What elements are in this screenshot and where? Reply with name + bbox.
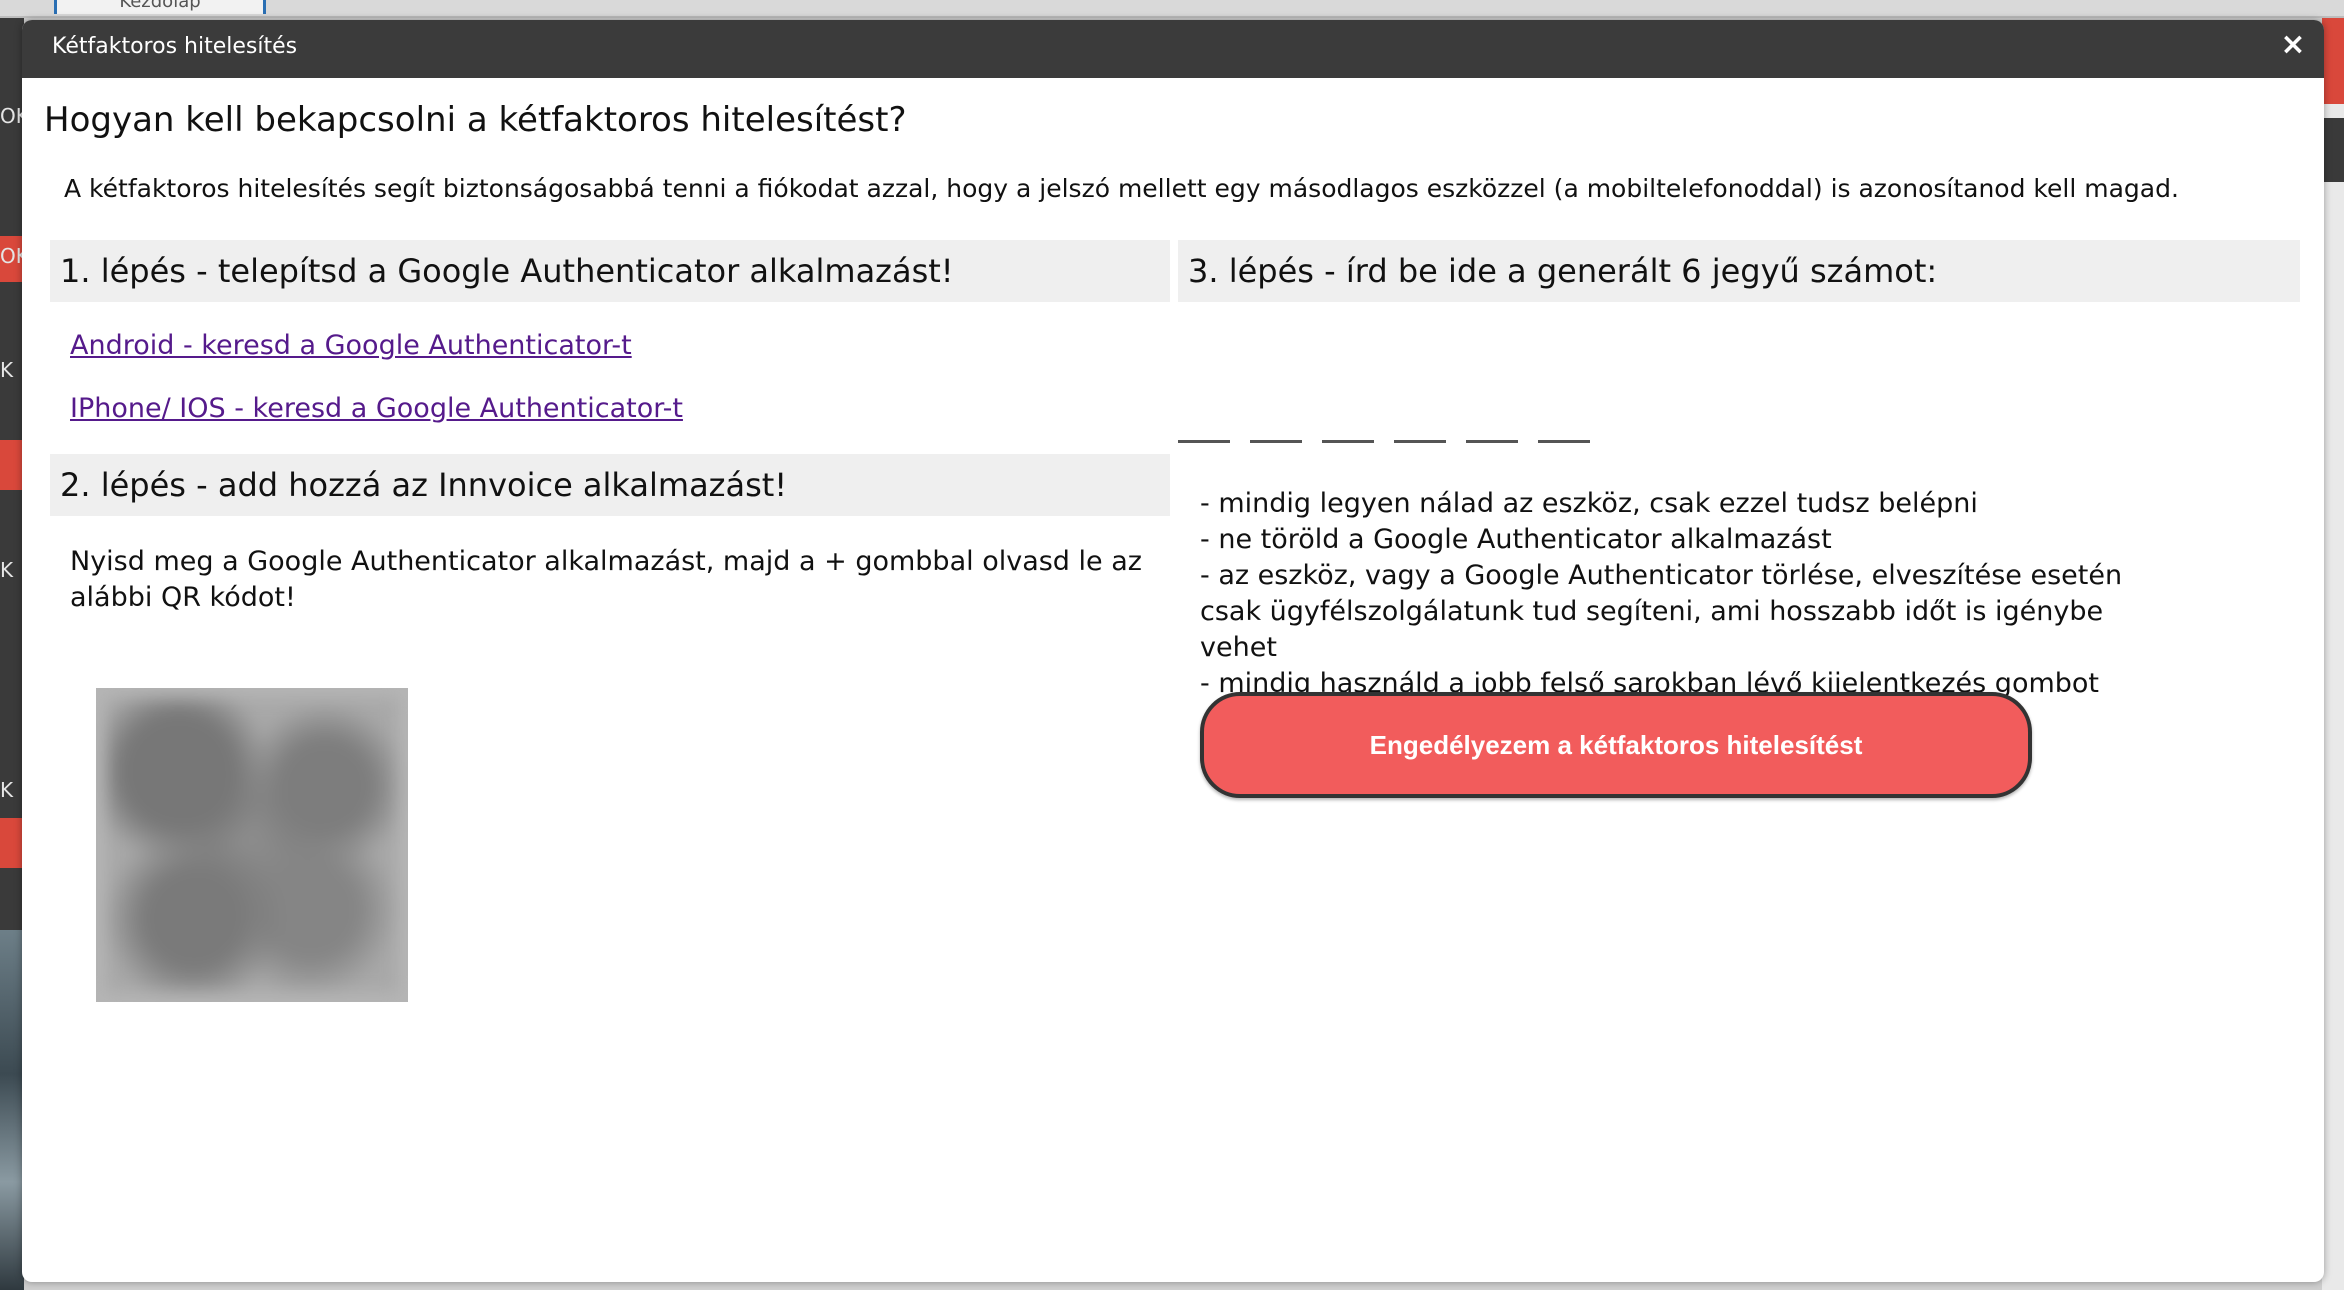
- android-link[interactable]: Android - keresd a Google Authenticator-…: [70, 330, 632, 361]
- ios-link[interactable]: IPhone/ IOS - keresd a Google Authentica…: [70, 393, 683, 424]
- background-fragment: K: [0, 358, 14, 382]
- note-item: - mindig legyen nálad az eszköz, csak ez…: [1200, 488, 1978, 519]
- code-digit-input[interactable]: [1394, 410, 1446, 443]
- background-top-bar: Kezdőlap: [0, 0, 2344, 18]
- code-digit-input[interactable]: [1538, 410, 1590, 443]
- background-tab: Kezdőlap: [54, 0, 266, 14]
- background-red-strip: [0, 818, 24, 868]
- code-input-group: [1178, 410, 1598, 443]
- step2-description: Nyisd meg a Google Authenticator alkalma…: [70, 546, 1142, 613]
- step1-heading: 1. lépés - telepítsd a Google Authentica…: [50, 240, 1170, 302]
- security-notes: - mindig legyen nálad az eszköz, csak ez…: [1200, 486, 2160, 702]
- modal-titlebar: Kétfaktoros hitelesítés ×: [22, 20, 2324, 78]
- close-icon[interactable]: ×: [2276, 28, 2310, 62]
- code-digit-input[interactable]: [1322, 410, 1374, 443]
- qr-code-icon: [96, 688, 408, 1002]
- code-digit-input[interactable]: [1466, 410, 1518, 443]
- note-item: - ne töröld a Google Authenticator alkal…: [1200, 524, 1832, 555]
- background-left-panel: OK OK K K K: [0, 18, 29, 1290]
- intro-text: A kétfaktoros hitelesítés segít biztonsá…: [64, 174, 2179, 203]
- enable-2fa-button[interactable]: Engedélyezem a kétfaktoros hitelesítést: [1200, 692, 2032, 798]
- modal-title: Kétfaktoros hitelesítés: [52, 34, 298, 59]
- background-fragment: K: [0, 778, 14, 802]
- step3-heading: 3. lépés - írd be ide a generált 6 jegyű…: [1178, 240, 2300, 302]
- background-red-strip: [0, 440, 24, 490]
- note-item: - az eszköz, vagy a Google Authenticator…: [1200, 560, 2123, 663]
- code-digit-input[interactable]: [1178, 410, 1230, 443]
- background-photo: [0, 930, 24, 1290]
- qr-code-blurred: [106, 698, 398, 992]
- step2-heading: 2. lépés - add hozzá az Innvoice alkalma…: [50, 454, 1170, 516]
- page-title: Hogyan kell bekapcsolni a kétfaktoros hi…: [44, 100, 907, 140]
- background-dark-block: [2322, 118, 2344, 182]
- background-right-panel: [2322, 18, 2344, 1290]
- two-factor-modal: Kétfaktoros hitelesítés × Hogyan kell be…: [22, 20, 2324, 1282]
- background-fragment: K: [0, 558, 14, 582]
- background-red-strip: [2322, 18, 2344, 104]
- code-digit-input[interactable]: [1250, 410, 1302, 443]
